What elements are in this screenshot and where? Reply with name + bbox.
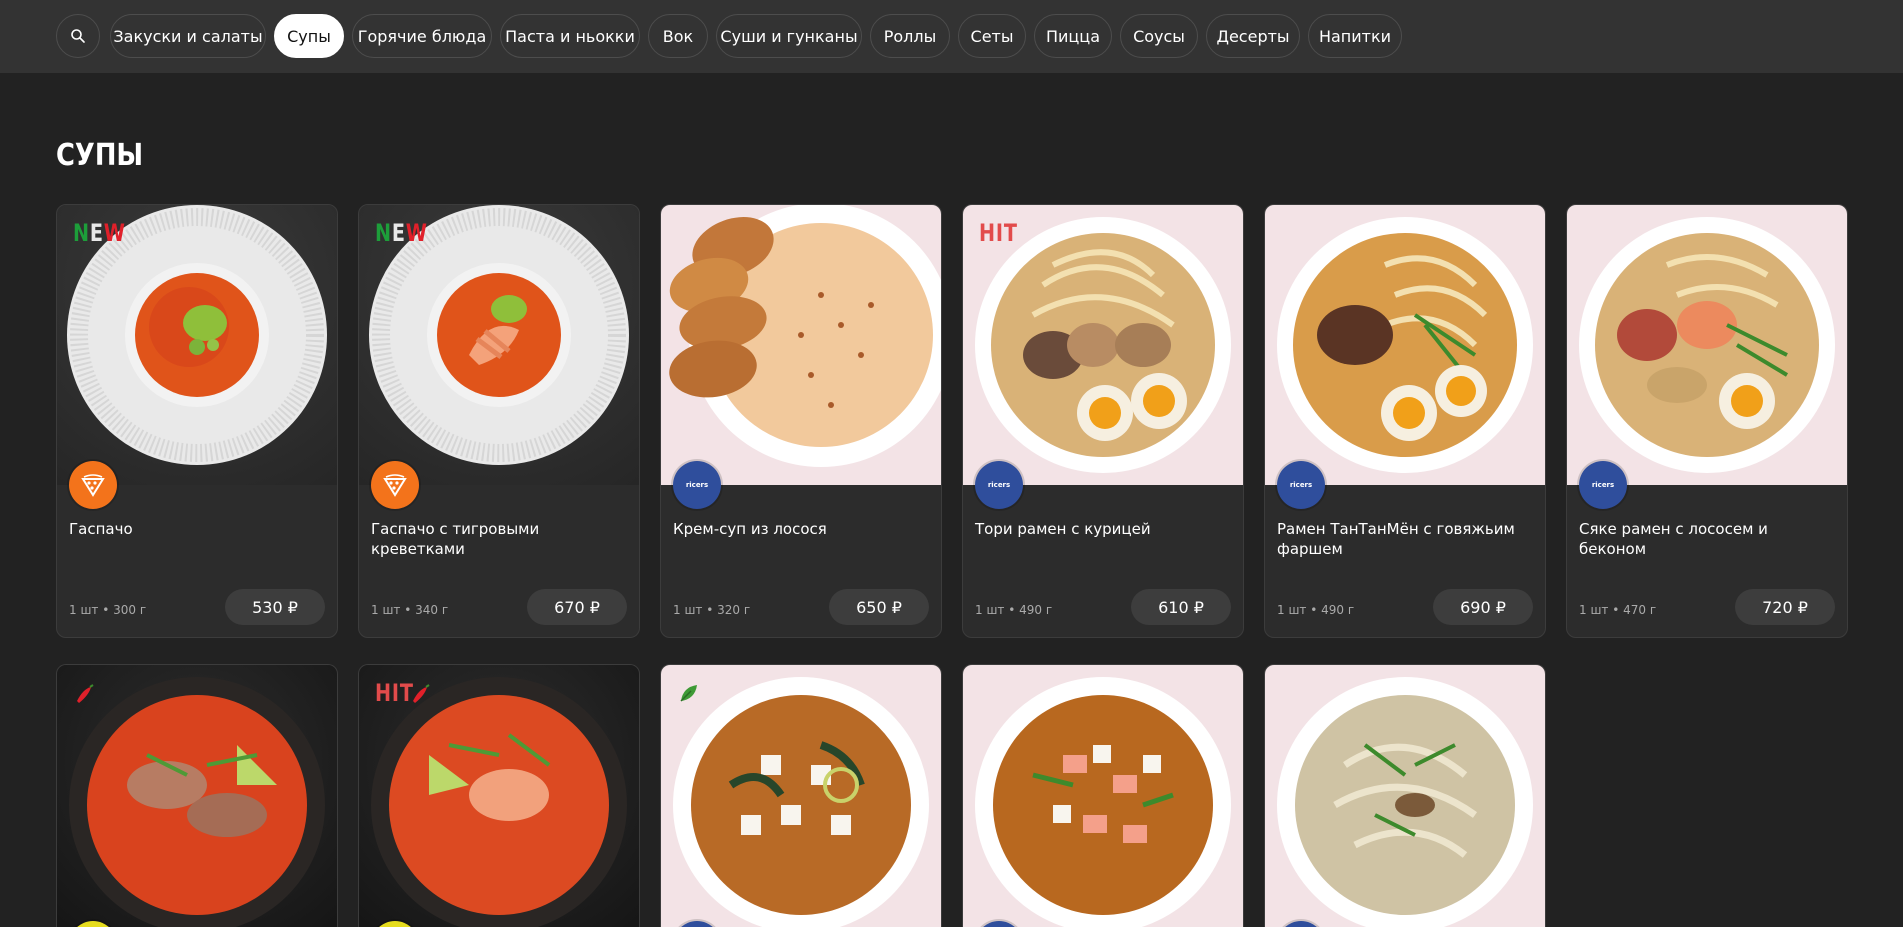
product-weight: 1 шт • 300 г <box>69 603 147 617</box>
section-title: СУПЫ <box>56 138 144 173</box>
product-card[interactable] <box>660 664 942 927</box>
product-name: Крем-суп из лосося <box>673 520 827 538</box>
price-button[interactable]: 670 ₽ <box>527 589 627 625</box>
product-photo <box>1567 205 1847 485</box>
search-button[interactable] <box>56 14 100 58</box>
product-photo <box>661 665 941 927</box>
product-name: Гаспачо <box>69 520 133 538</box>
product-photo <box>57 205 337 485</box>
price-button[interactable]: 650 ₽ <box>829 589 929 625</box>
category-tab-hot-dishes[interactable]: Горячие блюда <box>352 14 492 58</box>
product-name: Тори рамен с курицей <box>975 520 1151 538</box>
ricers-brand-icon: ricers <box>975 461 1023 509</box>
chili-icon <box>413 684 430 703</box>
orange-brand-icon <box>371 461 419 509</box>
soup-plate-image <box>369 205 629 465</box>
ramen-bowl-image <box>1579 217 1835 473</box>
ricers-brand-icon: ricers <box>673 461 721 509</box>
product-name: Гаспачо с тигровыми креветками <box>371 520 540 558</box>
soup-plate-image <box>67 205 327 465</box>
miso-salmon-bowl-image <box>975 677 1231 927</box>
product-card[interactable]: ricers Рамен ТанТанМён с говяжьим фаршем… <box>1264 204 1546 638</box>
search-icon <box>71 29 85 43</box>
product-photo <box>359 205 639 485</box>
hit-badge: HIT <box>375 679 414 707</box>
ramen-bowl-image <box>1277 217 1533 473</box>
creamy-noodle-bowl-image <box>1277 677 1533 927</box>
ramen-bowl-image <box>975 217 1231 473</box>
product-weight: 1 шт • 490 г <box>975 603 1053 617</box>
product-photo <box>963 665 1243 927</box>
product-card[interactable]: NEW Гаспачо 1 шт • 300 г 530 ₽ <box>56 204 338 638</box>
product-name: Сяке рамен с лососем и беконом <box>1579 520 1768 558</box>
product-card[interactable] <box>1264 664 1546 927</box>
new-badge: NEW <box>375 219 428 247</box>
product-card[interactable] <box>962 664 1244 927</box>
product-weight: 1 шт • 340 г <box>371 603 449 617</box>
product-card[interactable] <box>56 664 338 927</box>
category-tab-sauces[interactable]: Соусы <box>1120 14 1198 58</box>
product-card[interactable]: ricers Сяке рамен с лососем и беконом 1 … <box>1566 204 1848 638</box>
product-weight: 1 шт • 320 г <box>673 603 751 617</box>
chili-icon <box>77 684 94 703</box>
price-button[interactable]: 720 ₽ <box>1735 589 1835 625</box>
product-photo <box>1265 665 1545 927</box>
product-photo <box>57 665 337 927</box>
product-card[interactable]: HIT <box>358 664 640 927</box>
product-photo <box>963 205 1243 485</box>
tom-yum-bowl-image <box>69 677 325 927</box>
ricers-brand-icon: ricers <box>1277 461 1325 509</box>
soup-plate-image <box>669 205 941 467</box>
miso-soup-bowl-image <box>673 677 929 927</box>
product-photo <box>1265 205 1545 485</box>
price-button[interactable]: 610 ₽ <box>1131 589 1231 625</box>
price-button[interactable]: 690 ₽ <box>1433 589 1533 625</box>
category-tab-pizza[interactable]: Пицца <box>1034 14 1112 58</box>
ricers-brand-icon: ricers <box>1579 461 1627 509</box>
category-tab-desserts[interactable]: Десерты <box>1206 14 1300 58</box>
category-tab-sets[interactable]: Сеты <box>958 14 1026 58</box>
category-tab-sushi[interactable]: Суши и гунканы <box>716 14 862 58</box>
orange-brand-icon <box>69 461 117 509</box>
category-tab-soups[interactable]: Супы <box>274 14 344 58</box>
product-card[interactable]: NEW Гаспачо с тигровыми креветками 1 шт … <box>358 204 640 638</box>
product-weight: 1 шт • 490 г <box>1277 603 1355 617</box>
category-tab-rolls[interactable]: Роллы <box>870 14 950 58</box>
vegetarian-leaf-icon <box>680 685 697 702</box>
product-photo <box>661 205 941 485</box>
new-badge: NEW <box>73 219 126 247</box>
hit-badge: HIT <box>979 219 1018 247</box>
category-tab-wok[interactable]: Вок <box>648 14 708 58</box>
product-card[interactable]: ricers Крем-суп из лосося 1 шт • 320 г 6… <box>660 204 942 638</box>
category-bar: Закуски и салаты Супы Горячие блюда Паст… <box>0 0 1903 73</box>
product-name: Рамен ТанТанМён с говяжьим фаршем <box>1277 520 1515 558</box>
category-tab-snacks[interactable]: Закуски и салаты <box>110 14 266 58</box>
price-button[interactable]: 530 ₽ <box>225 589 325 625</box>
product-card[interactable]: HIT ricers Тори рамен с курицей 1 шт • 4… <box>962 204 1244 638</box>
category-tab-drinks[interactable]: Напитки <box>1308 14 1402 58</box>
category-tab-pasta[interactable]: Паста и ньокки <box>500 14 640 58</box>
product-weight: 1 шт • 470 г <box>1579 603 1657 617</box>
